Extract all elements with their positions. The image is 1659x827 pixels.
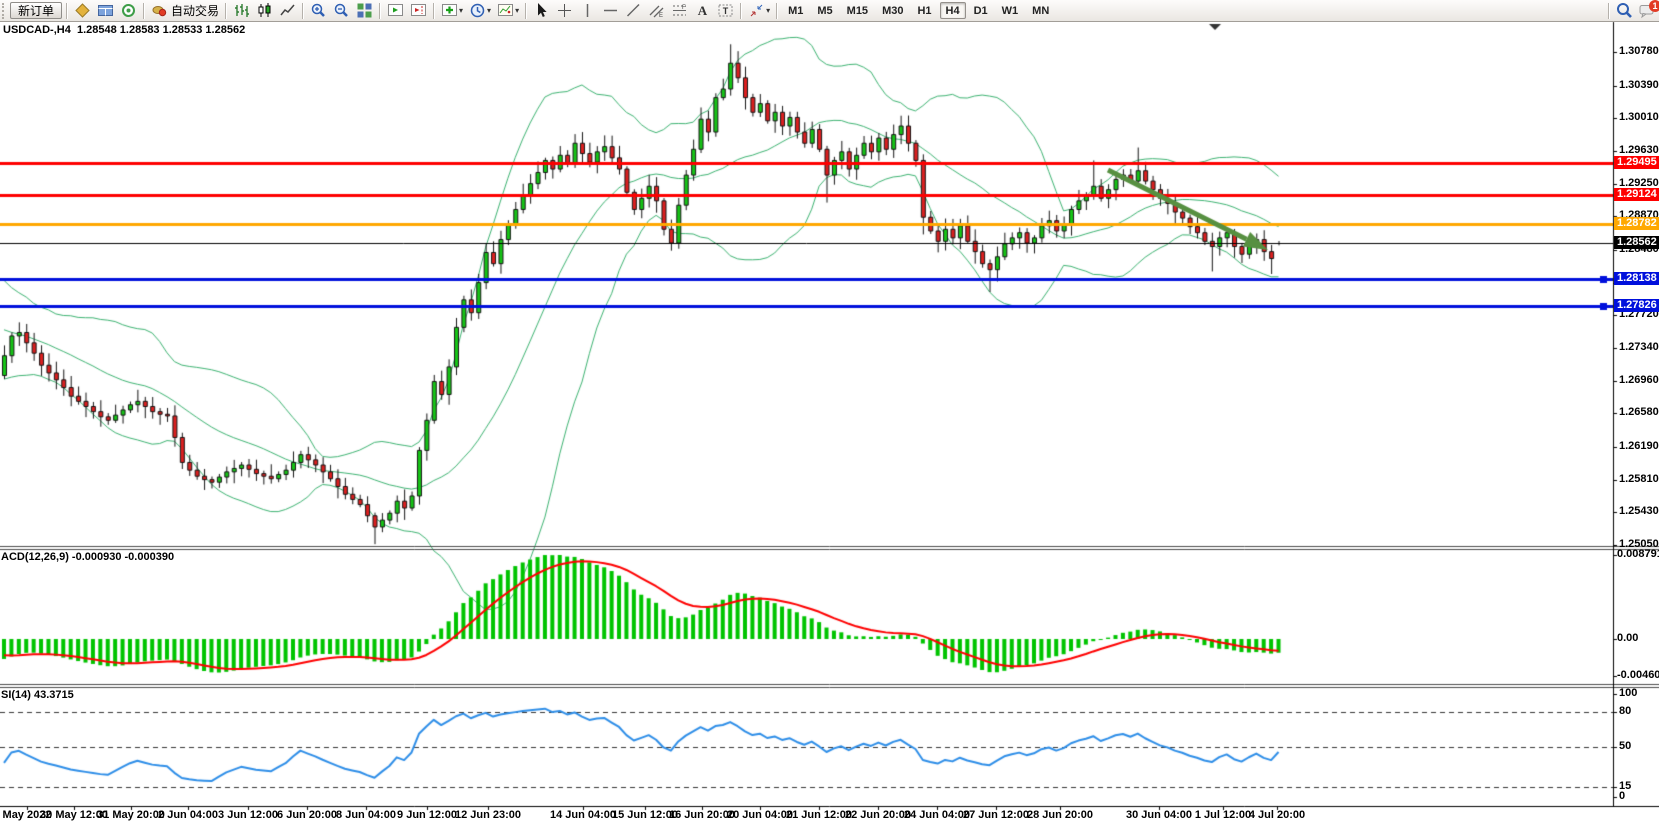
chart-symbol-period: USDCAD-,H4 [3,24,71,36]
community-button[interactable] [118,1,139,20]
toolbar-separator [776,3,778,19]
indicators-icon [441,2,458,19]
textlabel-icon: T [717,2,734,19]
dropdown-caret-icon: ▾ [766,6,770,15]
timeframe-m30-button[interactable]: M30 [876,2,909,19]
autoscroll-icon [387,2,404,19]
hline-button[interactable] [600,1,621,20]
shapes-icon [748,2,765,19]
macd-indicator-label: ACD(12,26,9) -0.000930 -0.000390 [1,551,174,563]
text-button[interactable]: A [692,1,713,20]
bars-chart-button[interactable] [231,1,252,20]
notification-badge: 1 [1649,0,1659,12]
fibo-icon: F [671,2,688,19]
templates-button[interactable]: ▾ [495,1,521,20]
chart-shift-button[interactable] [408,1,429,20]
tile-windows-icon [356,2,373,19]
indicators-button[interactable]: ▾ [439,1,465,20]
hline-icon [602,2,619,19]
trendline-icon [625,2,642,19]
chart-header: USDCAD-,H4 1.28548 1.28583 1.28533 1.285… [3,24,245,36]
svg-text:A: A [698,3,708,18]
autoscroll-button[interactable] [385,1,406,20]
text-icon: A [694,2,711,19]
new-chart-button[interactable] [72,1,93,20]
line-chart-button[interactable] [277,1,298,20]
timeframe-mn-button[interactable]: MN [1026,2,1055,19]
periods-icon [469,2,486,19]
svg-text:T: T [723,6,729,16]
new-order-label: 新订单 [18,2,54,19]
profiles-icon [97,2,114,19]
zoom-in-icon [310,2,327,19]
timeframe-m1-button[interactable]: M1 [782,2,809,19]
tile-windows-button[interactable] [354,1,375,20]
vline-icon [579,2,596,19]
bars-chart-icon [233,2,250,19]
chat-button[interactable]: 1 [1637,1,1658,20]
zoom-out-icon [333,2,350,19]
main-toolbar: 新订单 自动交易 ▾ ▾ ▾ E F A T ▾ M1M5M15M30H1H4D1W1MN 1 [0,0,1659,22]
line-chart-icon [279,2,296,19]
cursor-icon [533,2,550,19]
dropdown-caret-icon: ▾ [487,6,491,15]
zoom-in-button[interactable] [308,1,329,20]
toolbar-separator [302,3,304,19]
channel-icon: E [648,2,665,19]
mt4-window: 新订单自动交易▾▾▾EFAT▾M1M5M15M30H1H4D1W1MN1 1.3… [0,0,1659,827]
timeframe-h1-button[interactable]: H1 [911,2,937,19]
toolbar-separator [379,3,381,19]
search-icon [1616,2,1633,19]
chart-canvas[interactable] [0,0,1659,827]
textlabel-button[interactable]: T [715,1,736,20]
timeframe-h4-button[interactable]: H4 [940,2,966,19]
channel-button[interactable]: E [646,1,667,20]
svg-text:E: E [659,13,663,19]
templates-icon [497,2,514,19]
dropdown-caret-icon: ▾ [459,6,463,15]
trendline-button[interactable] [623,1,644,20]
periods-button[interactable]: ▾ [467,1,493,20]
fibo-button[interactable]: F [669,1,690,20]
toolbar-separator [525,3,527,19]
vline-button[interactable] [577,1,598,20]
timeframe-d1-button[interactable]: D1 [968,2,994,19]
dropdown-caret-icon: ▾ [515,6,519,15]
toolbar-grip [2,3,7,19]
crosshair-icon [556,2,573,19]
search-button[interactable] [1614,1,1635,20]
toolbar-separator [225,3,227,19]
rsi-indicator-label: SI(14) 43.3715 [1,689,74,701]
timeframe-m5-button[interactable]: M5 [811,2,838,19]
autotrading-button[interactable]: 自动交易 [149,1,221,20]
profiles-button[interactable] [95,1,116,20]
timeframe-w1-button[interactable]: W1 [996,2,1025,19]
timeframe-m15-button[interactable]: M15 [841,2,874,19]
toolbar-separator [143,3,145,19]
shapes-button[interactable]: ▾ [746,1,772,20]
new-order-button[interactable]: 新订单 [10,2,62,19]
autotrading-icon [151,2,168,19]
svg-text:F: F [682,5,686,11]
chart-shift-icon [410,2,427,19]
candles-chart-icon [256,2,273,19]
chart-ohlc-values: 1.28548 1.28583 1.28533 1.28562 [77,24,245,36]
community-icon [120,2,137,19]
toolbar-separator [740,3,742,19]
toolbar-separator [66,3,68,19]
toolbar-separator [433,3,435,19]
autotrading-label: 自动交易 [171,2,219,19]
zoom-out-button[interactable] [331,1,352,20]
candles-chart-button[interactable] [254,1,275,20]
crosshair-button[interactable] [554,1,575,20]
new-chart-icon [74,2,91,19]
toolbar-separator [1608,3,1610,19]
cursor-button[interactable] [531,1,552,20]
